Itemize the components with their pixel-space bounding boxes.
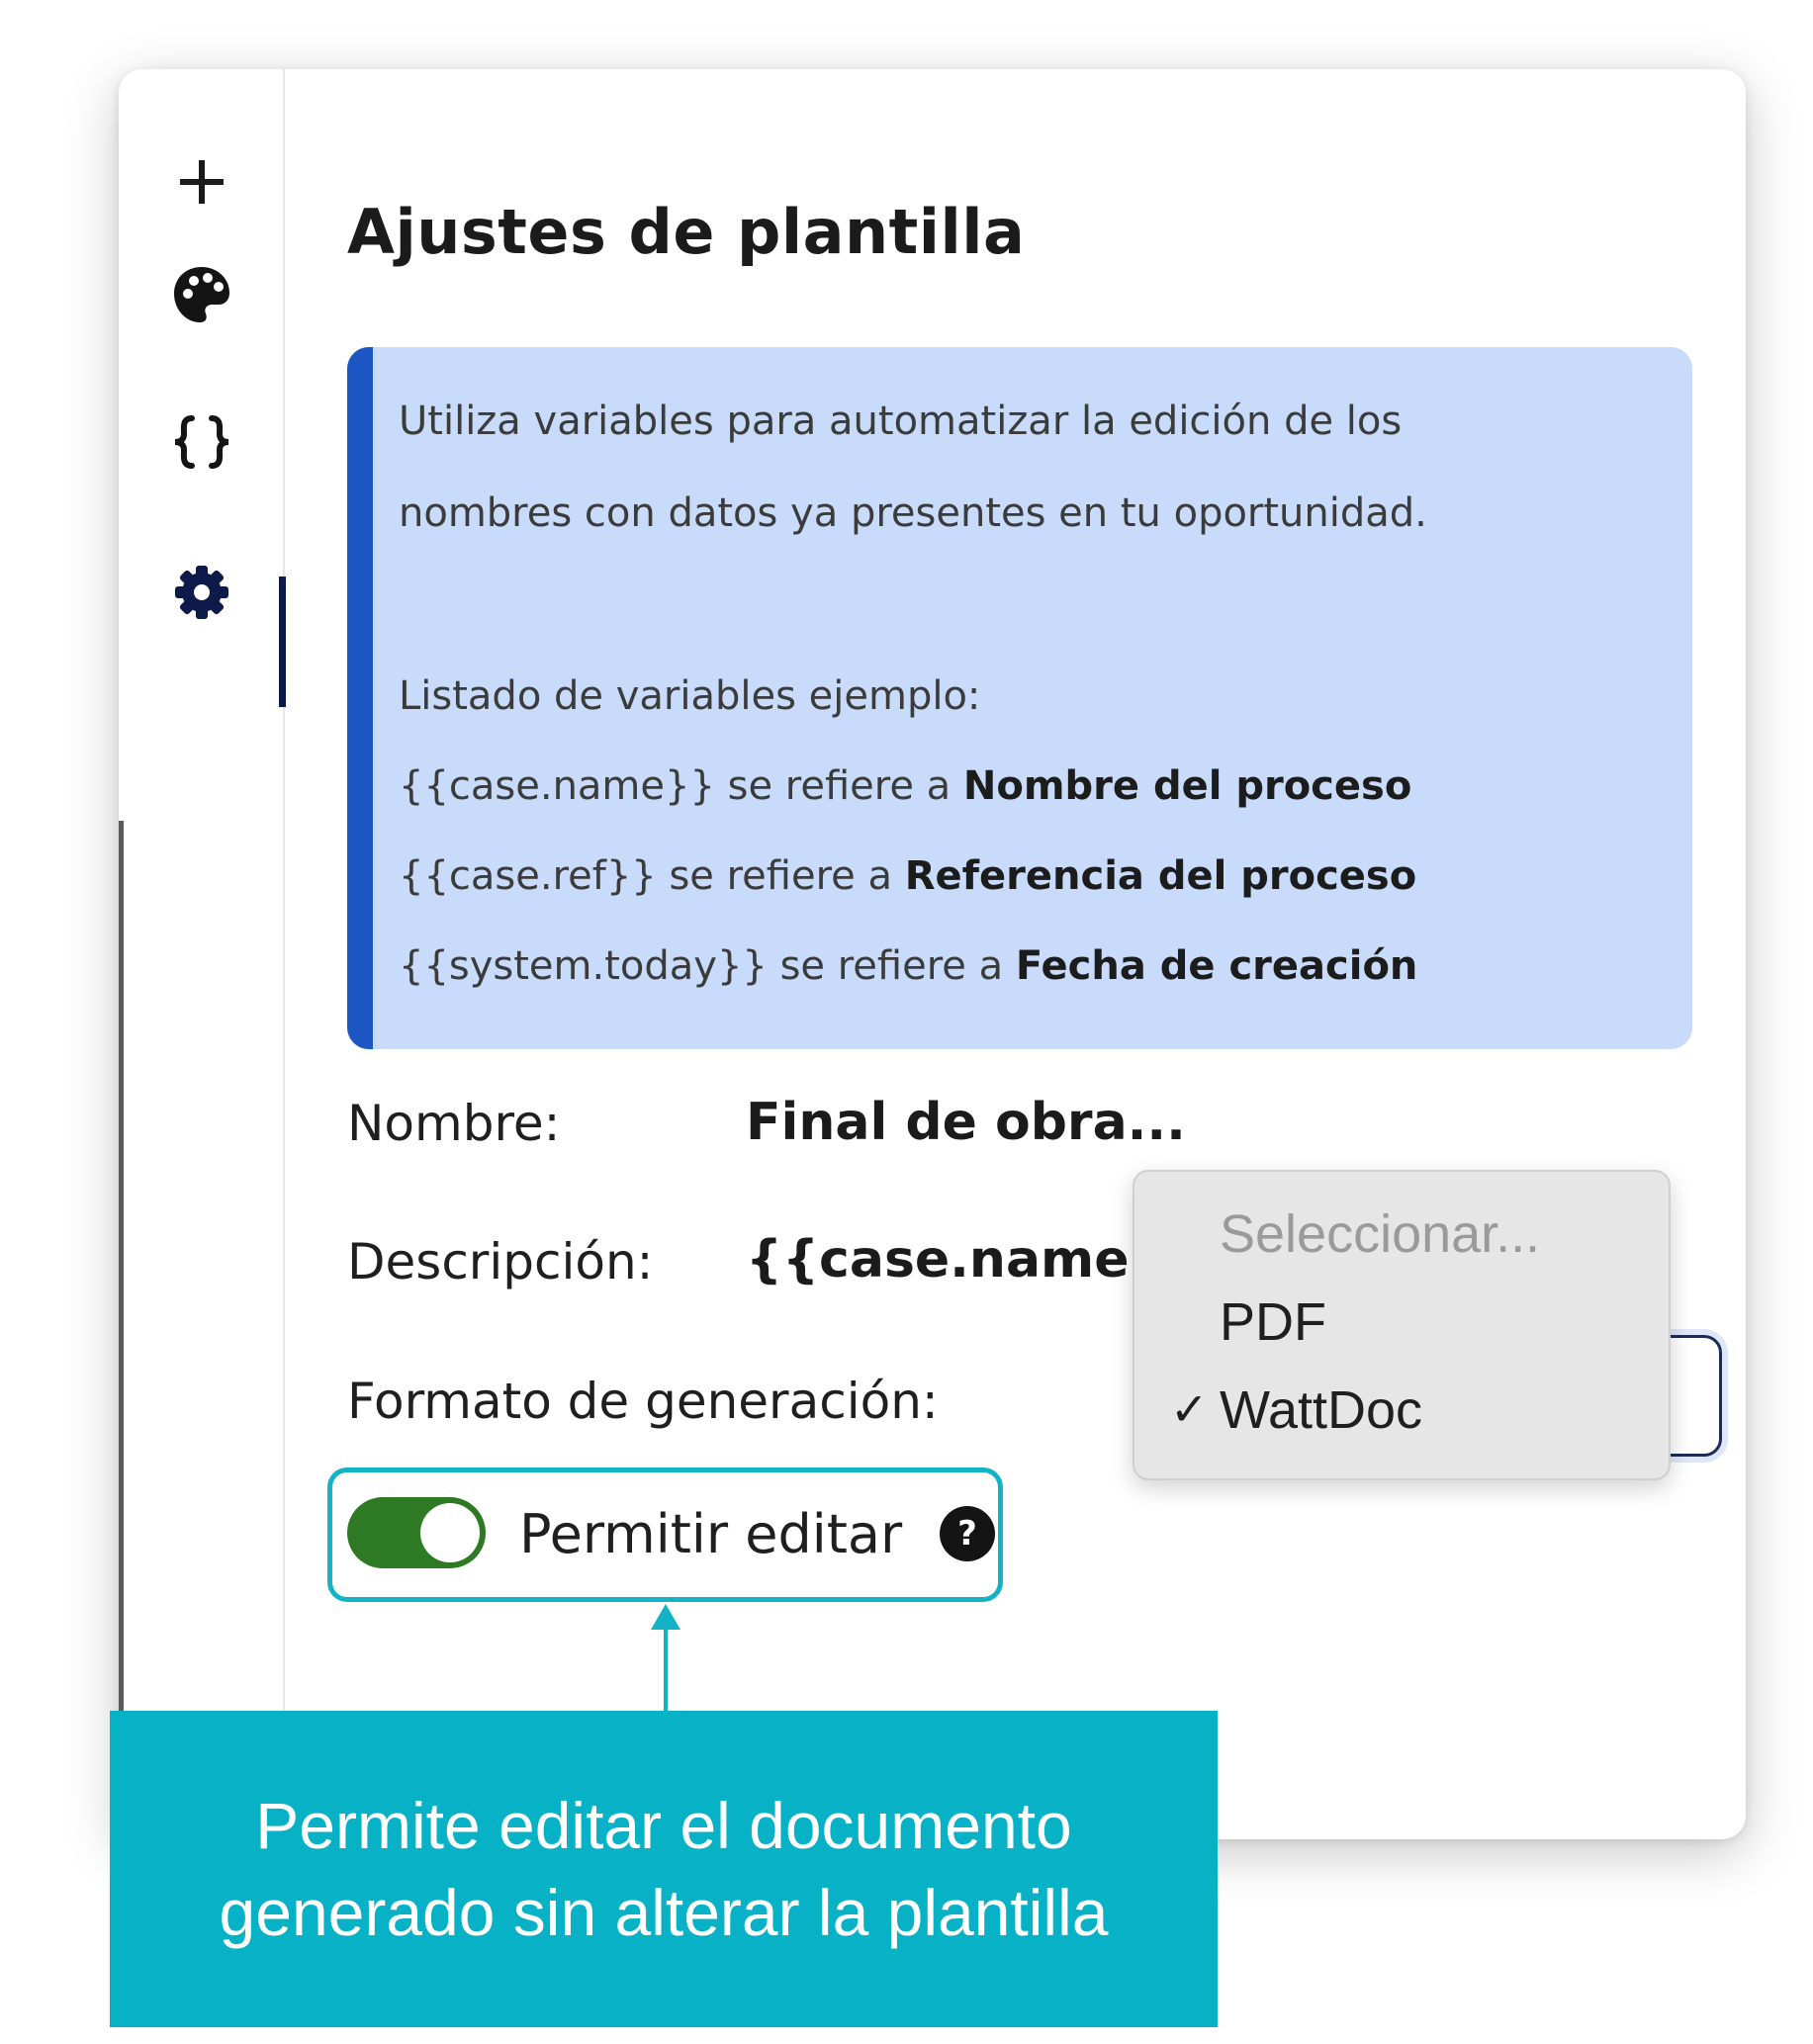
info-line-2: nombres con datos ya presentes en tu opo… (399, 490, 1427, 536)
callout-text: Permite editar el documento generado sin… (219, 1789, 1109, 1949)
variable-meaning: Referencia del proceso (904, 853, 1417, 899)
variable-meaning: Nombre del proceso (962, 763, 1412, 809)
info-line-1: Utiliza variables para automatizar la ed… (399, 399, 1403, 444)
callout-arrow-line (664, 1612, 668, 1711)
screenshot-stage: Ajustes de plantilla Utiliza variables p… (0, 0, 1813, 2044)
variable-connector: se refiere a (767, 943, 1016, 989)
dropdown-placeholder[interactable]: Seleccionar... (1220, 1203, 1540, 1265)
callout-box: Permite editar el documento generado sin… (110, 1711, 1218, 2027)
active-nav-indicator (279, 577, 286, 707)
name-label: Nombre: (347, 1095, 561, 1152)
variable-connector: se refiere a (656, 853, 905, 899)
braces-icon (174, 415, 229, 469)
sidebar-rail (119, 69, 286, 1839)
dropdown-option-pdf[interactable]: PDF (1220, 1291, 1326, 1353)
sidebar-item-settings[interactable] (158, 549, 245, 636)
help-icon[interactable]: ? (940, 1506, 995, 1561)
toggle-knob (420, 1503, 480, 1562)
plus-icon (180, 160, 224, 204)
sidebar-item-variables[interactable] (158, 399, 245, 486)
sidebar-item-theme[interactable] (158, 251, 245, 338)
description-label: Descripción: (347, 1233, 654, 1290)
page-title: Ajustes de plantilla (347, 196, 1026, 268)
allow-edit-toggle[interactable] (347, 1497, 486, 1568)
variable-code: {{case.ref}} (399, 853, 657, 899)
sidebar-item-add[interactable] (158, 138, 245, 225)
variables-list-title: Listado de variables ejemplo: (399, 673, 981, 719)
info-accent-bar (347, 347, 373, 1049)
variables-info-box: Utiliza variables para automatizar la ed… (347, 347, 1692, 1049)
variable-code: {{system.today}} (399, 943, 768, 989)
palette-icon (174, 267, 229, 322)
variable-row: {{case.name}} se refiere a Nombre del pr… (399, 763, 1411, 809)
dropdown-option-wattdoc[interactable]: WattDoc (1220, 1379, 1422, 1441)
format-label: Formato de generación: (347, 1373, 939, 1430)
variable-row: {{system.today}} se refiere a Fecha de c… (399, 943, 1417, 989)
format-dropdown-menu: Seleccionar... PDF ✓ WattDoc (1133, 1170, 1671, 1480)
gear-icon (175, 566, 228, 619)
variable-row: {{case.ref}} se refiere a Referencia del… (399, 853, 1416, 899)
template-settings-panel: Ajustes de plantilla Utiliza variables p… (119, 69, 1746, 1839)
variable-meaning: Fecha de creación (1015, 943, 1418, 989)
allow-edit-label: Permitir editar (519, 1503, 903, 1565)
name-value[interactable]: Final de obra... (746, 1093, 1186, 1152)
variable-code: {{case.name}} (399, 763, 715, 809)
checkmark-icon: ✓ (1170, 1383, 1209, 1435)
variable-connector: se refiere a (714, 763, 963, 809)
